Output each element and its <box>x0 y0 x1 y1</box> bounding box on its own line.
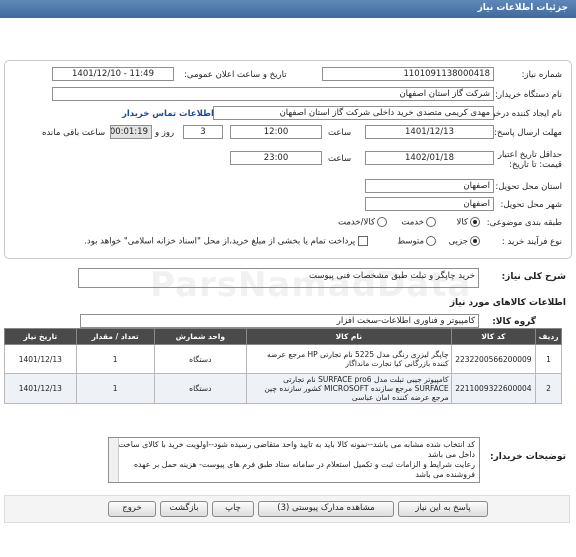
radio-selected-icon[interactable] <box>470 217 480 227</box>
radio-icon[interactable] <box>426 217 436 227</box>
page: جزئیات اطلاعات نیاز شماره نیاز: 11010911… <box>0 0 576 557</box>
row-qty: 1 <box>75 344 155 374</box>
summary-label: شرح کلی نیاز: <box>501 272 566 282</box>
deadline-time-label: ساعت <box>328 128 352 138</box>
col-qty: تعداد / مقدار <box>75 328 155 345</box>
need-number-label: شماره نیاز: <box>521 70 562 80</box>
checkbox-icon[interactable] <box>358 236 368 246</box>
process-label: نوع فرآیند خرید : <box>501 237 562 247</box>
col-name: نام کالا <box>246 328 452 345</box>
goods-section-title: اطلاعات کالاهای مورد نیاز <box>449 298 566 308</box>
category-option-goods[interactable]: کالا <box>457 217 480 228</box>
category-option-service[interactable]: خدمت <box>401 217 436 228</box>
need-number-field: 1101091138000418 <box>322 67 494 81</box>
row-unit: دستگاه <box>153 344 248 374</box>
attachments-button[interactable]: مشاهده مدارک پیوستی (3) <box>258 501 394 517</box>
row-date: 1401/12/13 <box>4 373 77 404</box>
validity-label: حداقل تاریخ اعتبار قیمت: تا تاریخ: <box>497 150 562 170</box>
row-code: 2211009322600004 <box>450 373 537 404</box>
province-label: استان محل تحویل: <box>495 182 562 192</box>
watermark: ParsNamadData <box>150 265 472 305</box>
category-option-both[interactable]: کالا/خدمت <box>338 217 387 228</box>
row-unit: دستگاه <box>153 373 248 404</box>
row-name: کامپیوتر جیبی تبلت مدل SURFACE pro6 نام … <box>246 373 452 404</box>
days-label: روز و <box>155 128 175 138</box>
deadline-time-field: 12:00 <box>230 125 322 139</box>
print-button[interactable]: چاپ <box>212 501 254 517</box>
validity-time-label: ساعت <box>328 154 352 164</box>
notes-textarea[interactable]: کد انتخاب شده مشابه می باشد--نمونه کالا … <box>108 437 480 483</box>
notes-scrollbar[interactable] <box>109 438 119 482</box>
row-qty: 1 <box>75 373 155 404</box>
city-label: شهر محل تحویل: <box>500 200 562 210</box>
days-field: 3 <box>183 125 223 139</box>
notes-label: توضیحات خریدار: <box>490 452 566 462</box>
buyer-org-label: نام دستگاه خریدار: <box>495 90 562 100</box>
category-label: طبقه بندی موضوعی: <box>486 218 562 228</box>
process-option-minor[interactable]: جزیی <box>449 236 480 247</box>
deadline-date-field: 1401/12/13 <box>365 125 494 139</box>
back-button[interactable]: بازگشت <box>160 501 208 517</box>
row-index: 1 <box>535 344 562 374</box>
row-code: 2232200566200009 <box>450 344 537 374</box>
col-code: کد کالا <box>450 328 537 345</box>
radio-selected-icon[interactable] <box>470 236 480 246</box>
radio-icon[interactable] <box>377 217 387 227</box>
col-unit: واحد شمارش <box>153 328 248 345</box>
buyer-contact-link[interactable]: اطلاعات تماس خریدار <box>122 109 214 119</box>
treasury-payment-option[interactable]: پرداخت تمام یا بخشی از مبلغ خرید،از محل … <box>84 236 368 247</box>
row-name: چاپگر لیزری رنگی مدل 5225 نام تجارتی HP … <box>246 344 452 374</box>
goods-table: ردیف کد کالا نام کالا واحد شمارش تعداد /… <box>4 328 562 404</box>
reply-button[interactable]: پاسخ به این نیاز <box>398 501 488 517</box>
city-field: اصفهان <box>365 197 494 211</box>
announce-label: تاریخ و ساعت اعلان عمومی: <box>184 70 287 80</box>
row-date: 1401/12/13 <box>4 344 77 374</box>
title-bar: جزئیات اطلاعات نیاز <box>0 0 576 18</box>
validity-time-field: 23:00 <box>230 151 322 165</box>
table-row: 2 2211009322600004 کامپیوتر جیبی تبلت مد… <box>4 373 562 404</box>
table-row: 1 2232200566200009 چاپگر لیزری رنگی مدل … <box>4 344 562 374</box>
col-date: تاریخ نیاز <box>4 328 77 345</box>
col-index: ردیف <box>535 328 562 345</box>
goods-group-label: گروه کالا: <box>492 317 536 327</box>
validity-date-field: 1402/01/18 <box>365 151 494 165</box>
goods-group-field: کامپیوتر و فناوری اطلاعات-سخت افزار <box>80 314 479 328</box>
remaining-time-field: 00:01:19 <box>110 125 152 139</box>
province-field: اصفهان <box>365 179 494 193</box>
buyer-org-field: شرکت گاز استان اصفهان <box>52 87 494 101</box>
page-title: جزئیات اطلاعات نیاز <box>477 3 568 13</box>
exit-button[interactable]: خروج <box>108 501 156 517</box>
announce-field: 1401/12/10 - 11:49 <box>52 67 174 81</box>
row-index: 2 <box>535 373 562 404</box>
creator-field: مهدی کریمی متصدی خرید داخلی شرکت گاز است… <box>213 106 494 120</box>
remaining-label: ساعت باقی مانده <box>42 128 106 138</box>
table-header-row: ردیف کد کالا نام کالا واحد شمارش تعداد /… <box>4 328 562 345</box>
process-option-medium[interactable]: متوسط <box>397 236 436 247</box>
radio-icon[interactable] <box>426 236 436 246</box>
